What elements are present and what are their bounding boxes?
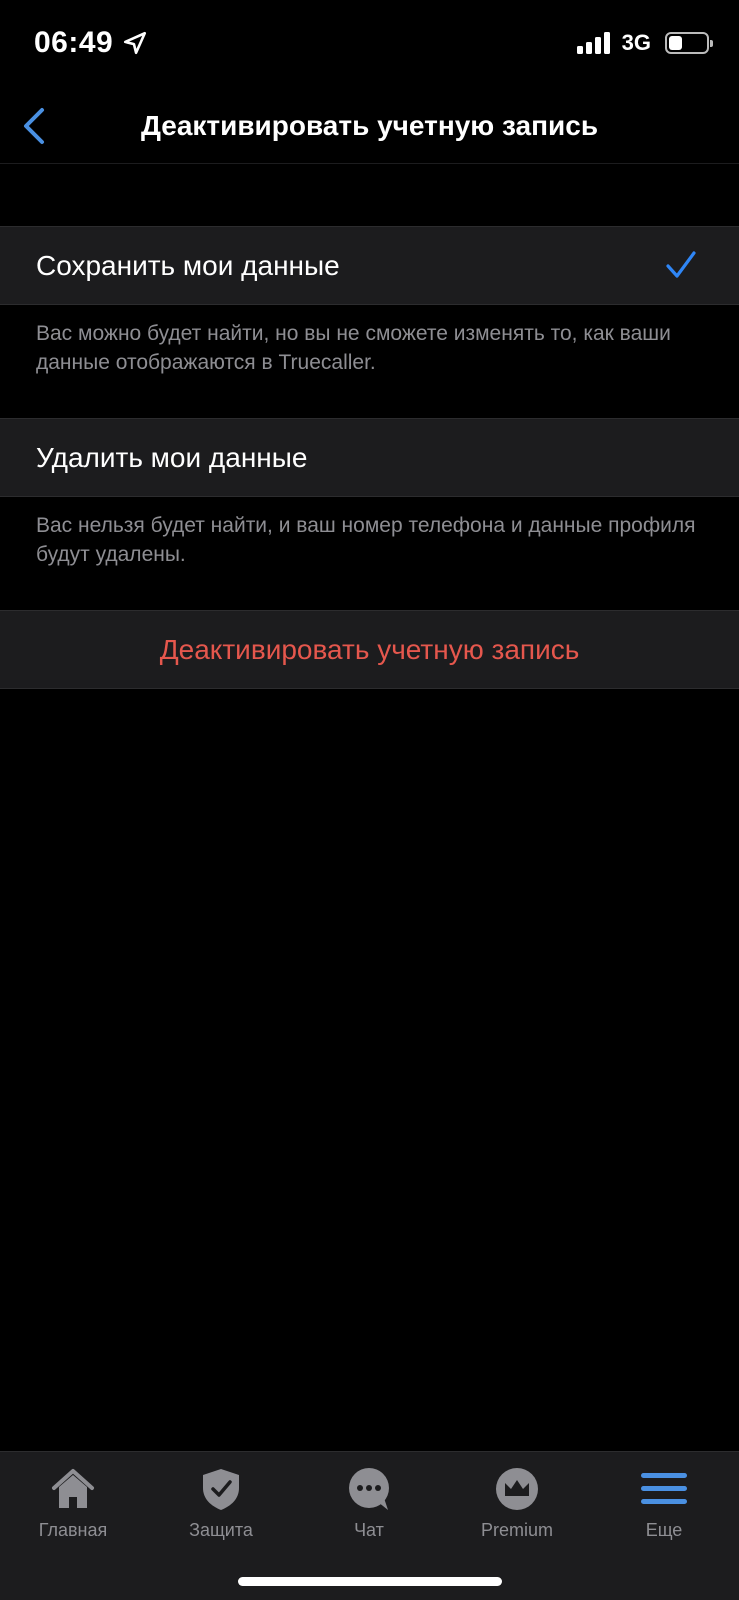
tab-premium[interactable]: Premium	[452, 1466, 582, 1541]
deactivate-button-label: Деактивировать учетную запись	[159, 633, 580, 665]
tab-label: Защита	[189, 1520, 253, 1540]
status-bar: 06:49 3G	[0, 0, 739, 90]
nav-header: Деактивировать учетную запись	[0, 90, 739, 164]
battery-icon	[665, 32, 713, 54]
option-delete-data[interactable]: Удалить мои данные	[0, 418, 739, 497]
tab-label: Premium	[480, 1520, 553, 1540]
crown-icon	[496, 1468, 538, 1510]
option-description: Вас нельзя будет найти, и ваш номер теле…	[36, 514, 696, 566]
tab-label: Главная	[38, 1520, 108, 1540]
tab-home[interactable]: Главная	[8, 1466, 138, 1541]
option-label: Удалить мои данные	[36, 441, 308, 473]
home-icon	[52, 1469, 94, 1508]
network-type: 3G	[621, 30, 651, 55]
location-arrow-icon	[123, 31, 147, 55]
signal-icon	[576, 32, 610, 54]
chat-icon	[349, 1468, 389, 1510]
tab-label: Чат	[354, 1520, 384, 1540]
tab-more[interactable]: Еще	[599, 1466, 729, 1541]
option-keep-data[interactable]: Сохранить мои данные	[0, 226, 739, 305]
checkmark-icon	[666, 251, 696, 278]
status-time: 06:49	[34, 26, 114, 59]
page-title: Деактивировать учетную запись	[140, 110, 599, 141]
option-description: Вас можно будет найти, но вы не сможете …	[36, 322, 671, 374]
option-label: Сохранить мои данные	[36, 249, 340, 281]
tab-protection[interactable]: Защита	[156, 1466, 286, 1541]
tab-label: Еще	[645, 1520, 683, 1540]
shield-check-icon	[203, 1469, 239, 1510]
status-indicators: 3G	[576, 30, 713, 56]
menu-icon	[641, 1473, 687, 1504]
tab-chat[interactable]: Чат	[304, 1466, 434, 1541]
deactivate-button[interactable]: Деактивировать учетную запись	[0, 610, 739, 689]
home-indicator	[238, 1577, 502, 1586]
